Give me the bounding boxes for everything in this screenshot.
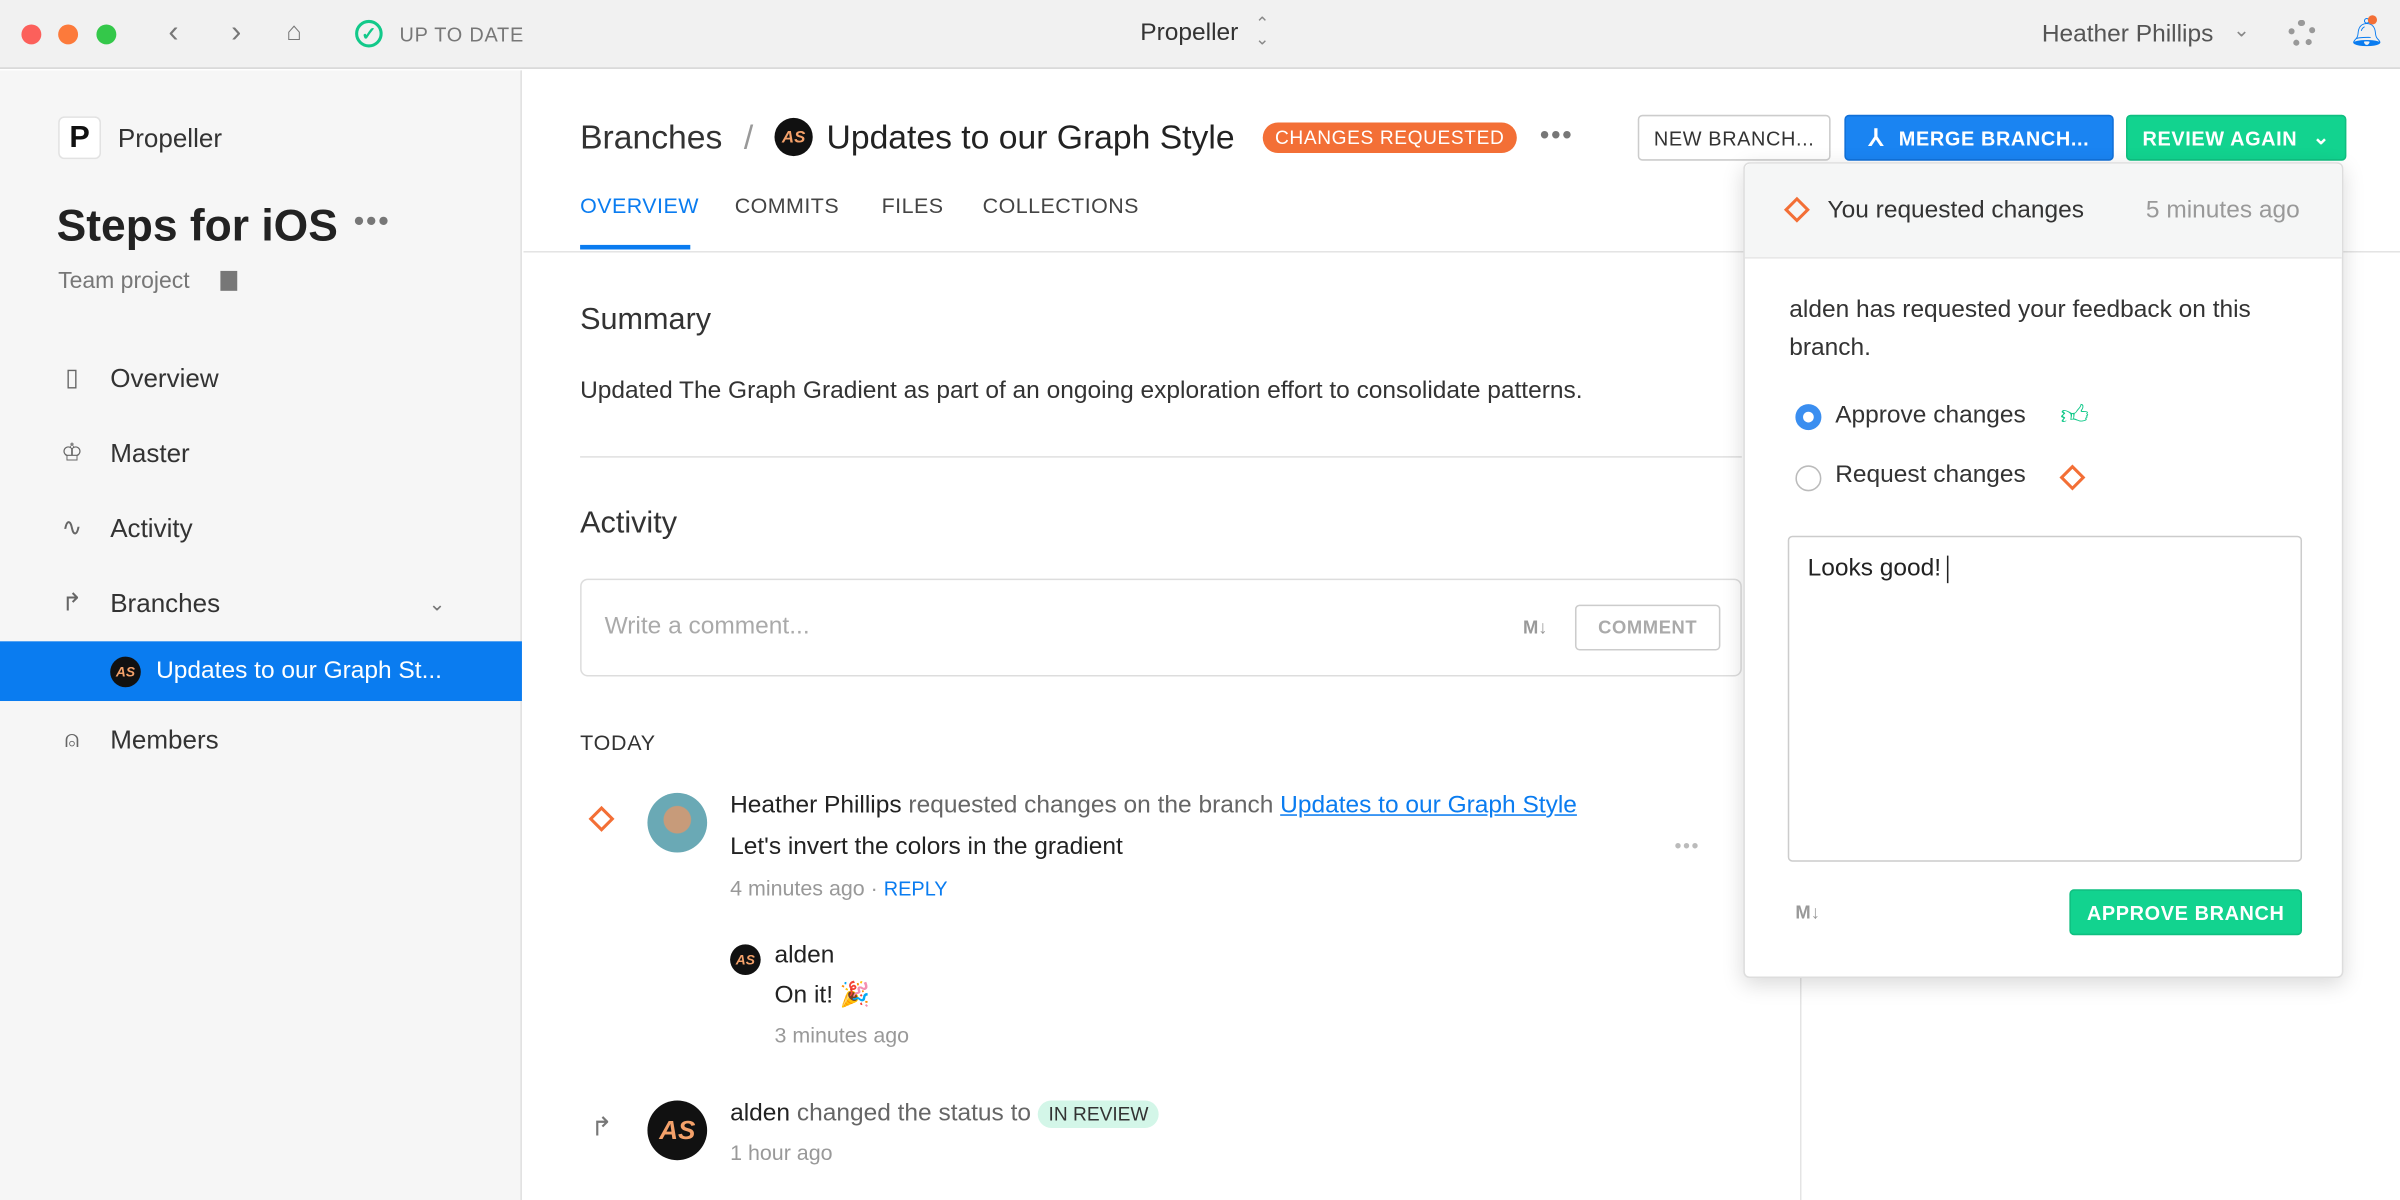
project-switcher[interactable]: Propeller bbox=[1140, 20, 1238, 48]
more-icon[interactable]: ••• bbox=[1674, 834, 1699, 857]
chevron-down-icon[interactable]: ⌄ bbox=[2233, 18, 2250, 42]
notification-dot bbox=[2367, 15, 2378, 25]
markdown-icon: M↓ bbox=[1522, 616, 1548, 639]
sidebar-item-members[interactable]: ⍝ Members bbox=[0, 710, 522, 770]
activity-title: Activity bbox=[580, 506, 678, 541]
avatar-alden: AS bbox=[730, 944, 761, 975]
propeller-logo: P bbox=[58, 116, 102, 160]
popover-header: You requested changes 5 minutes ago bbox=[1744, 163, 2342, 259]
divider bbox=[580, 456, 1742, 458]
comment-meta: 4 minutes ago · REPLY bbox=[730, 875, 948, 900]
page-title: Updates to our Graph Style bbox=[826, 117, 1235, 157]
help-lifebuoy-icon[interactable] bbox=[2288, 19, 2316, 48]
day-heading: TODAY bbox=[580, 730, 656, 755]
reply-message: On it! 🎉 bbox=[774, 982, 871, 1009]
project-title: Steps for iOS bbox=[56, 202, 338, 252]
comment-input[interactable]: Write a comment... bbox=[605, 614, 810, 642]
sidebar: P Propeller Steps for iOS ••• Team proje… bbox=[0, 70, 522, 1200]
maximize-window-button[interactable] bbox=[96, 24, 117, 45]
app-name: Propeller bbox=[117, 123, 223, 154]
comment-box[interactable]: Write a comment... M↓ COMMENT bbox=[580, 578, 1742, 677]
avatar: AS bbox=[110, 655, 141, 687]
request-label[interactable]: Request changes bbox=[1835, 462, 2026, 490]
popover-prompt: alden has requested your feedback on thi… bbox=[1789, 296, 2251, 362]
avatar-heather bbox=[647, 792, 708, 853]
branch-icon: ↱ bbox=[590, 1112, 613, 1142]
avatar-alden: AS bbox=[647, 1100, 708, 1161]
review-popover: You requested changes 5 minutes ago alde… bbox=[1743, 162, 2344, 979]
approve-branch-button[interactable]: APPROVE BRANCH bbox=[2069, 889, 2303, 936]
request-radio[interactable] bbox=[1795, 465, 1822, 492]
branch-icon: ↱ bbox=[61, 590, 83, 617]
pulse-icon: ∿ bbox=[61, 515, 83, 542]
sync-status: UP TO DATE bbox=[399, 22, 524, 46]
tab-overview[interactable]: OVERVIEW bbox=[580, 193, 699, 217]
comment-button[interactable]: COMMENT bbox=[1574, 604, 1721, 651]
user-menu[interactable]: Heather Phillips bbox=[2042, 21, 2214, 49]
minimize-window-button[interactable] bbox=[58, 24, 79, 45]
merge-icon: ⅄ bbox=[1868, 125, 1884, 152]
reply-time: 3 minutes ago bbox=[774, 1022, 910, 1047]
activity-entry-2: alden changed the status to IN REVIEW bbox=[730, 1100, 1160, 1129]
summary-title: Summary bbox=[580, 303, 712, 337]
branch-link[interactable]: Updates to our Graph Style bbox=[1280, 793, 1577, 819]
avatar: AS bbox=[774, 117, 813, 157]
breadcrumb-separator: / bbox=[743, 117, 754, 157]
close-window-button[interactable] bbox=[21, 24, 42, 45]
home-icon[interactable]: ⌂ bbox=[286, 17, 302, 48]
crown-icon: ♔ bbox=[60, 440, 83, 467]
approve-label[interactable]: Approve changes bbox=[1835, 403, 2026, 431]
building-icon bbox=[220, 270, 238, 291]
new-branch-button[interactable]: NEW BRANCH... bbox=[1637, 114, 1831, 161]
reply-button[interactable]: REPLY bbox=[884, 877, 948, 900]
approve-radio[interactable] bbox=[1795, 404, 1822, 431]
tab-commits[interactable]: COMMITS bbox=[735, 193, 839, 217]
title-bar: ‹ › ⌂ ✓ UP TO DATE Propeller ⌃ ⌄ Heather … bbox=[0, 0, 2400, 69]
status-badge: CHANGES REQUESTED bbox=[1262, 122, 1517, 154]
tab-files[interactable]: FILES bbox=[882, 193, 944, 217]
notebook-icon: ▯ bbox=[65, 365, 79, 392]
entry-time: 1 hour ago bbox=[730, 1140, 833, 1165]
sidebar-item-master[interactable]: ♔ Master bbox=[0, 424, 522, 484]
tab-collections[interactable]: COLLECTIONS bbox=[983, 193, 1139, 217]
more-icon[interactable]: ••• bbox=[354, 205, 391, 240]
thumbs-up-icon: 👍︎ bbox=[2060, 399, 2089, 431]
sidebar-item-overview[interactable]: ▯ Overview bbox=[0, 349, 522, 409]
sidebar-item-branches[interactable]: ↱ Branches ⌄ bbox=[0, 574, 522, 634]
project-type: Team project bbox=[58, 267, 190, 294]
merge-branch-button[interactable]: ⅄ MERGE BRANCH... bbox=[1844, 114, 2114, 161]
active-tab-indicator bbox=[580, 244, 691, 250]
person-icon: ⍝ bbox=[64, 726, 80, 753]
review-comment-textarea[interactable]: Looks good! bbox=[1787, 535, 2303, 862]
updown-icon[interactable]: ⌃ ⌄ bbox=[1255, 16, 1269, 48]
review-again-button[interactable]: REVIEW AGAIN ⌄ bbox=[2126, 114, 2347, 161]
chevron-down-icon[interactable]: ⌄ bbox=[429, 592, 446, 616]
bell-icon[interactable]: 🔔︎ bbox=[2349, 17, 2384, 49]
request-changes-diamond-icon bbox=[588, 805, 615, 832]
summary-text: Updated The Graph Gradient as part of an… bbox=[580, 378, 1583, 405]
back-icon[interactable]: ‹ bbox=[168, 15, 178, 50]
sidebar-item-branch-updates[interactable]: AS Updates to our Graph St... bbox=[0, 641, 522, 702]
status-badge: IN REVIEW bbox=[1037, 1100, 1160, 1129]
reply-author: alden bbox=[774, 942, 835, 969]
breadcrumb-branches[interactable]: Branches bbox=[580, 118, 722, 158]
comment-message: Let's invert the colors in the gradient bbox=[730, 834, 1123, 861]
more-icon[interactable]: ••• bbox=[1540, 119, 1574, 151]
chevron-down-icon: ⌄ bbox=[2312, 125, 2330, 149]
check-circle-icon: ✓ bbox=[355, 19, 383, 48]
request-changes-diamond-icon bbox=[1783, 196, 1810, 223]
activity-entry-1: Heather Phillips requested changes on th… bbox=[730, 792, 1577, 819]
forward-icon[interactable]: › bbox=[231, 15, 241, 50]
request-changes-diamond-icon bbox=[2059, 464, 2086, 491]
markdown-icon: M↓ bbox=[1795, 901, 1820, 923]
sidebar-item-activity[interactable]: ∿ Activity bbox=[0, 499, 522, 559]
